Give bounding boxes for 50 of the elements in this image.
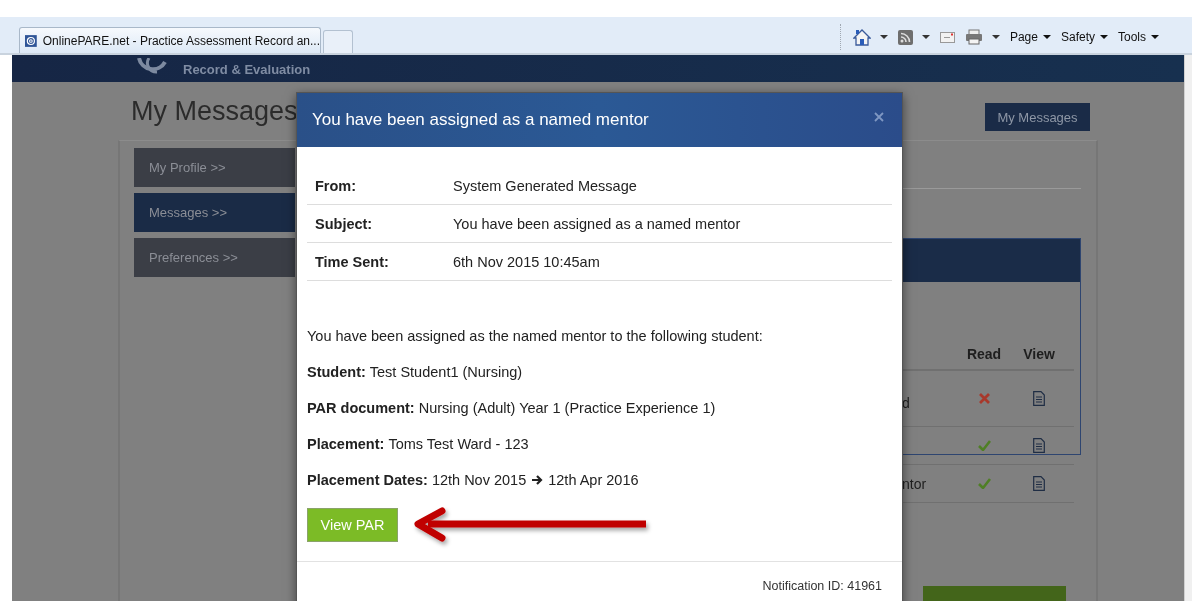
- field-value: 6th Nov 2015 10:45am: [453, 253, 600, 270]
- column-header: View: [1022, 346, 1056, 362]
- caret-icon[interactable]: [921, 35, 930, 39]
- sidebar-item[interactable]: Preferences >>: [134, 238, 295, 277]
- detail-value: Toms Test Ward - 123: [388, 436, 529, 452]
- field-label: From:: [314, 177, 358, 194]
- menu-label[interactable]: Page: [1009, 30, 1038, 44]
- detail-label: Placement:: [307, 436, 385, 452]
- sidebar-item[interactable]: My Profile >>: [134, 148, 295, 187]
- my-messages-button[interactable]: My Messages: [985, 103, 1090, 131]
- sidebar-item[interactable]: Messages >>: [134, 193, 295, 232]
- page-title: My Messages: [131, 95, 298, 127]
- message-text: You have been assigned as the named mentor to the following student:: [307, 327, 764, 346]
- at-sign-icon: [25, 33, 37, 48]
- caret-icon[interactable]: [1151, 35, 1159, 39]
- table-cell-text: ntor: [901, 475, 927, 492]
- brand-name: Record & Evaluation: [183, 62, 311, 79]
- close-icon[interactable]: [874, 112, 884, 122]
- home-icon[interactable]: [852, 28, 871, 46]
- end-date: 12th Apr 2016: [548, 472, 639, 488]
- document-icon[interactable]: [1033, 391, 1045, 406]
- detail-label: PAR document:: [307, 400, 415, 416]
- field-label: Subject:: [314, 215, 374, 232]
- detail-value: Test Student1 (Nursing): [369, 364, 523, 380]
- document-icon[interactable]: [1033, 438, 1045, 453]
- detail-label: Placement Dates:: [307, 472, 428, 488]
- caret-icon[interactable]: [991, 35, 1000, 39]
- notification-id: Notification ID: 41961: [762, 579, 882, 595]
- field-label: Time Sent:: [314, 253, 390, 270]
- printer-icon[interactable]: [964, 29, 983, 45]
- arrow-right-icon: [531, 474, 544, 486]
- menu-label[interactable]: Tools: [1118, 30, 1146, 44]
- scrollbar[interactable]: [1184, 55, 1192, 601]
- column-header: Read: [965, 346, 1003, 362]
- caret-icon[interactable]: [1100, 35, 1108, 39]
- tab-title: OnlinePARE.net - Practice Assessment Record an...: [42, 33, 320, 48]
- browser-tab[interactable]: OnlinePARE.net - Practice Assessment Record an...: [19, 27, 321, 53]
- caret-icon[interactable]: [1042, 35, 1051, 39]
- mail-icon[interactable]: [939, 31, 955, 43]
- field-value: System Generated Message: [453, 177, 637, 194]
- caret-icon[interactable]: [879, 35, 888, 39]
- field-value: You have been assigned as a named mentor: [453, 215, 741, 232]
- start-date: 12th Nov 2015: [431, 472, 527, 488]
- feed-icon[interactable]: [897, 29, 913, 45]
- detail-value: Nursing (Adult) Year 1 (Practice Experience 1): [418, 400, 716, 416]
- menu-label[interactable]: Safety: [1060, 30, 1095, 44]
- document-icon[interactable]: [1033, 476, 1045, 491]
- detail-label: Student:: [307, 364, 366, 380]
- dialog-title: You have been assigned as a named mentor: [312, 110, 650, 130]
- table-cell-text: d: [901, 394, 910, 411]
